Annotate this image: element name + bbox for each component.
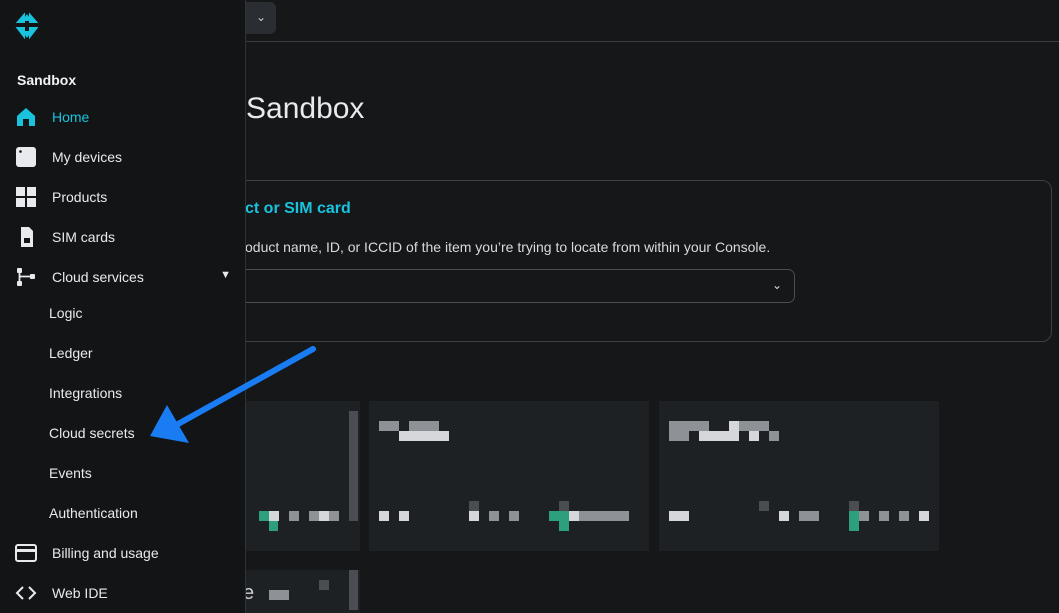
sidebar-item-billing-and-usage[interactable]: Billing and usage [0, 533, 245, 573]
sidebar-item-label: Home [52, 109, 90, 125]
cloud-services-icon [17, 268, 35, 286]
sidebar-item-label: Events [49, 465, 92, 481]
sidebar-subitem-ledger[interactable]: Ledger [0, 333, 245, 373]
org-name: Sandbox [17, 72, 77, 88]
particle-logo-icon[interactable] [10, 8, 44, 44]
sidebar-subitem-integrations[interactable]: Integrations [0, 373, 245, 413]
home-icon [17, 108, 35, 126]
sidebar-item-label: Integrations [49, 385, 123, 401]
sidebar-item-label: Web IDE [52, 585, 108, 601]
sidebar-item-label: My devices [52, 149, 123, 165]
chevron-down-icon: ⌄ [255, 10, 266, 24]
sidebar-item-label: Logic [49, 305, 83, 321]
sidebar-item-label: Billing and usage [52, 545, 159, 561]
sidebar-subitem-events[interactable]: Events [0, 453, 245, 493]
sidebar-item-products[interactable]: Products [0, 177, 245, 217]
sidebar-item-label: SIM cards [52, 229, 116, 245]
sidebar-subitem-cloud-secrets[interactable]: Cloud secrets [0, 413, 245, 453]
device-icon [16, 147, 36, 167]
sidebar-item-label: Cloud secrets [49, 425, 135, 441]
code-icon [15, 586, 37, 600]
find-card-title: ct or SIM card [245, 200, 351, 217]
sidebar-item-label: Cloud services [52, 269, 144, 285]
sidebar-item-label: Ledger [49, 345, 93, 361]
chevron-down-icon: ⌄ [771, 278, 782, 292]
sidebar-item-label: Authentication [49, 505, 138, 521]
sidebar-item-label: Products [52, 189, 108, 205]
sidebar-item-cloud-services[interactable]: Cloud services ▼ [0, 257, 245, 297]
sidebar: Sandbox Home My devices Products SIM car… [0, 0, 246, 613]
sidebar-item-sim-cards[interactable]: SIM cards [0, 217, 245, 257]
product-tile[interactable] [659, 401, 939, 551]
product-tile[interactable] [369, 401, 649, 551]
sim-card-icon [21, 227, 33, 247]
find-item-card: ct or SIM card oduct name, ID, or ICCID … [200, 180, 1052, 342]
credit-card-icon [15, 544, 37, 562]
grid-icon [16, 187, 36, 207]
find-card-description: oduct name, ID, or ICCID of the item you… [245, 239, 771, 255]
sidebar-subitem-logic[interactable]: Logic [0, 293, 245, 333]
sidebar-item-home[interactable]: Home [0, 97, 245, 137]
find-item-select[interactable]: ⌄ [221, 269, 795, 303]
sidebar-subitem-authentication[interactable]: Authentication [0, 493, 245, 533]
sidebar-item-my-devices[interactable]: My devices [0, 137, 245, 177]
page-title: Sandbox [246, 92, 365, 125]
chevron-down-icon: ▼ [220, 269, 231, 281]
sidebar-item-web-ide[interactable]: Web IDE [0, 573, 245, 613]
